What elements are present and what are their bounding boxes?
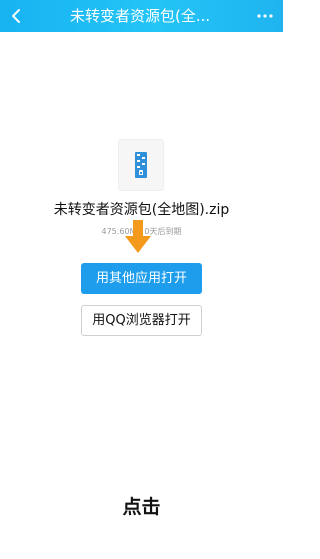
more-dots-icon bbox=[257, 14, 273, 18]
more-button[interactable] bbox=[253, 4, 277, 28]
file-icon-container bbox=[118, 139, 164, 191]
open-with-qq-browser-button[interactable]: 用QQ浏览器打开 bbox=[81, 305, 202, 336]
chevron-left-icon bbox=[12, 9, 20, 23]
file-name: 未转变者资源包(全地图).zip bbox=[53, 202, 230, 218]
page-title: 未转变者资源包(全... bbox=[70, 7, 211, 25]
page: 未转变者资源包(全... 未转变者资源包(全地图).zip 475.60M 0天后… bbox=[0, 0, 283, 559]
top-bar: 未转变者资源包(全... bbox=[0, 0, 283, 32]
tap-caption: 点击 bbox=[122, 496, 161, 518]
zip-file-icon bbox=[135, 152, 147, 178]
down-arrow-icon bbox=[125, 220, 151, 253]
open-with-other-app-button[interactable]: 用其他应用打开 bbox=[81, 263, 202, 294]
back-button[interactable] bbox=[4, 3, 30, 29]
